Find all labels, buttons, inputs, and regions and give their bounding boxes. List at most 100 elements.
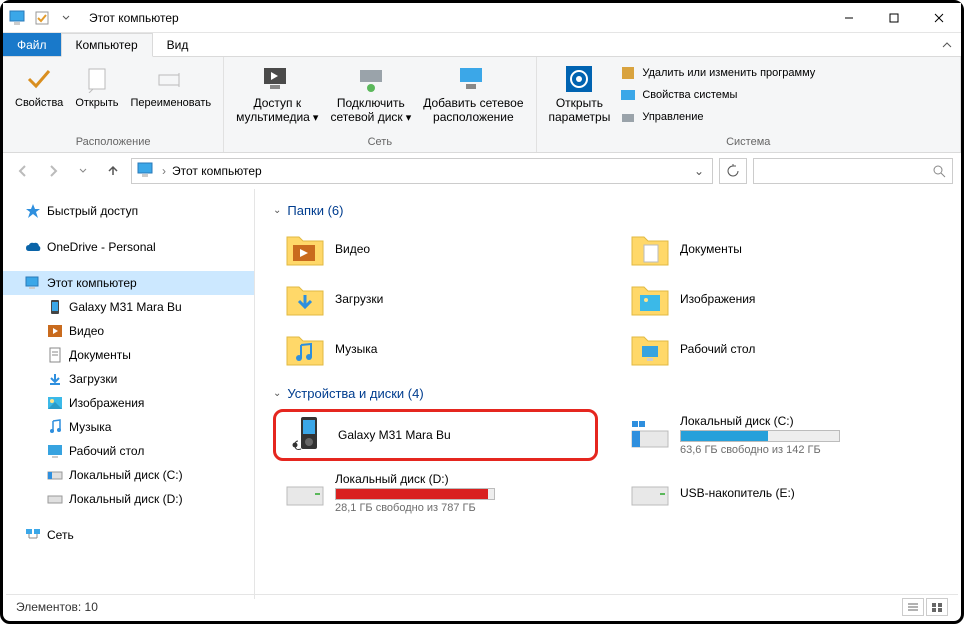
view-details-button[interactable] (902, 598, 924, 616)
manage-button[interactable]: Управление (616, 107, 819, 127)
network-icon (25, 527, 41, 543)
drive-c-icon (630, 415, 670, 455)
media-icon (261, 63, 293, 95)
drive-usb[interactable]: USB-накопитель (E:) (618, 467, 943, 519)
mp3-player-icon (288, 415, 328, 455)
phone-icon (47, 299, 63, 315)
forward-button[interactable] (41, 159, 65, 183)
media-access-button[interactable]: Доступ кмультимедиа ▾ (230, 61, 324, 127)
star-icon (25, 203, 41, 219)
refresh-button[interactable] (719, 158, 747, 184)
uninstall-icon (620, 65, 636, 81)
folder-doc-icon (630, 229, 670, 269)
drive-galaxy[interactable]: Galaxy M31 Mara Bu (273, 409, 598, 461)
nav-pictures[interactable]: Изображения (3, 391, 254, 415)
network-location-icon (457, 63, 489, 95)
music-icon (47, 419, 63, 435)
system-properties-button[interactable]: Свойства системы (616, 85, 819, 105)
nav-quick-access[interactable]: Быстрый доступ (3, 199, 254, 223)
qat-dropdown-icon[interactable] (55, 7, 77, 29)
this-pc-icon (136, 161, 156, 181)
recent-dropdown[interactable] (71, 159, 95, 183)
quick-access-toolbar (3, 7, 81, 29)
back-button[interactable] (11, 159, 35, 183)
body: Быстрый доступ OneDrive - Personal Этот … (3, 189, 961, 599)
folder-video-icon (285, 229, 325, 269)
breadcrumb-root[interactable]: Этот компьютер (170, 164, 264, 178)
folder-videos[interactable]: Видео (273, 226, 598, 272)
chevron-down-icon: ⌄ (273, 205, 281, 216)
open-button[interactable]: Открыть (69, 61, 124, 112)
rename-icon (155, 63, 187, 95)
address-dropdown-icon[interactable]: ⌄ (688, 164, 710, 178)
desktop-icon (47, 443, 63, 459)
drive-icon (47, 467, 63, 483)
folder-music-icon (285, 329, 325, 369)
close-button[interactable] (916, 3, 961, 33)
ribbon-tabs: Файл Компьютер Вид (3, 33, 961, 57)
map-drive-button[interactable]: Подключитьсетевой диск ▾ (324, 61, 417, 127)
system-props-icon (620, 87, 636, 103)
nav-downloads[interactable]: Загрузки (3, 367, 254, 391)
ribbon-group-location: Свойства Открыть Переименовать Расположе… (3, 57, 224, 152)
folder-desktop-icon (630, 329, 670, 369)
drive-d-usage-bar (335, 488, 495, 500)
drive-d[interactable]: Локальный диск (D:) 28,1 ГБ свободно из … (273, 467, 598, 519)
folders-section-header[interactable]: ⌄ Папки (6) (273, 203, 943, 218)
up-button[interactable] (101, 159, 125, 183)
drive-c[interactable]: Локальный диск (C:) 63,6 ГБ свободно из … (618, 409, 943, 461)
devices-section-header[interactable]: ⌄ Устройства и диски (4) (273, 386, 943, 401)
window-title: Этот компьютер (89, 11, 179, 25)
checkmark-icon (23, 63, 55, 95)
folder-documents[interactable]: Документы (618, 226, 943, 272)
nav-music[interactable]: Музыка (3, 415, 254, 439)
document-icon (47, 347, 63, 363)
drive-usb-icon (630, 473, 670, 513)
folder-download-icon (285, 279, 325, 319)
folder-desktop[interactable]: Рабочий стол (618, 326, 943, 372)
collapse-ribbon-button[interactable] (933, 33, 961, 56)
nav-disk-d[interactable]: Локальный диск (D:) (3, 487, 254, 511)
gear-icon (563, 63, 595, 95)
drive-d-icon (285, 473, 325, 513)
nav-desktop[interactable]: Рабочий стол (3, 439, 254, 463)
tab-computer[interactable]: Компьютер (61, 33, 153, 57)
navigation-pane: Быстрый доступ OneDrive - Personal Этот … (3, 189, 255, 599)
rename-button[interactable]: Переименовать (125, 61, 218, 112)
manage-icon (620, 109, 636, 125)
chevron-down-icon: ⌄ (273, 388, 281, 399)
view-icons-button[interactable] (926, 598, 948, 616)
chevron-right-icon[interactable]: › (158, 164, 170, 178)
tab-file[interactable]: Файл (3, 33, 61, 56)
title-bar: Этот компьютер (3, 3, 961, 33)
ribbon-group-network: Доступ кмультимедиа ▾ Подключитьсетевой … (224, 57, 536, 152)
monitor-icon (25, 275, 41, 291)
nav-videos[interactable]: Видео (3, 319, 254, 343)
video-icon (47, 323, 63, 339)
properties-button[interactable]: Свойства (9, 61, 69, 112)
search-input[interactable] (753, 158, 953, 184)
content-pane: ⌄ Папки (6) Видео Документы Загрузки Изо… (255, 189, 961, 599)
cloud-icon (25, 239, 41, 255)
checkbox-icon[interactable] (31, 7, 53, 29)
nav-documents[interactable]: Документы (3, 343, 254, 367)
picture-icon (47, 395, 63, 411)
minimize-button[interactable] (826, 3, 871, 33)
uninstall-program-button[interactable]: Удалить или изменить программу (616, 63, 819, 83)
drive-c-usage-bar (680, 430, 840, 442)
folder-music[interactable]: Музыка (273, 326, 598, 372)
nav-onedrive[interactable]: OneDrive - Personal (3, 235, 254, 259)
folder-downloads[interactable]: Загрузки (273, 276, 598, 322)
open-icon (81, 63, 113, 95)
nav-galaxy[interactable]: Galaxy M31 Mara Bu (3, 295, 254, 319)
folder-pictures[interactable]: Изображения (618, 276, 943, 322)
nav-disk-c[interactable]: Локальный диск (C:) (3, 463, 254, 487)
add-network-location-button[interactable]: Добавить сетевоерасположение (417, 61, 529, 127)
open-settings-button[interactable]: Открытьпараметры (543, 61, 617, 127)
app-icon[interactable] (7, 7, 29, 29)
address-bar[interactable]: › Этот компьютер ⌄ (131, 158, 713, 184)
nav-this-pc[interactable]: Этот компьютер (3, 271, 254, 295)
tab-view[interactable]: Вид (153, 33, 203, 56)
maximize-button[interactable] (871, 3, 916, 33)
nav-network[interactable]: Сеть (3, 523, 254, 547)
